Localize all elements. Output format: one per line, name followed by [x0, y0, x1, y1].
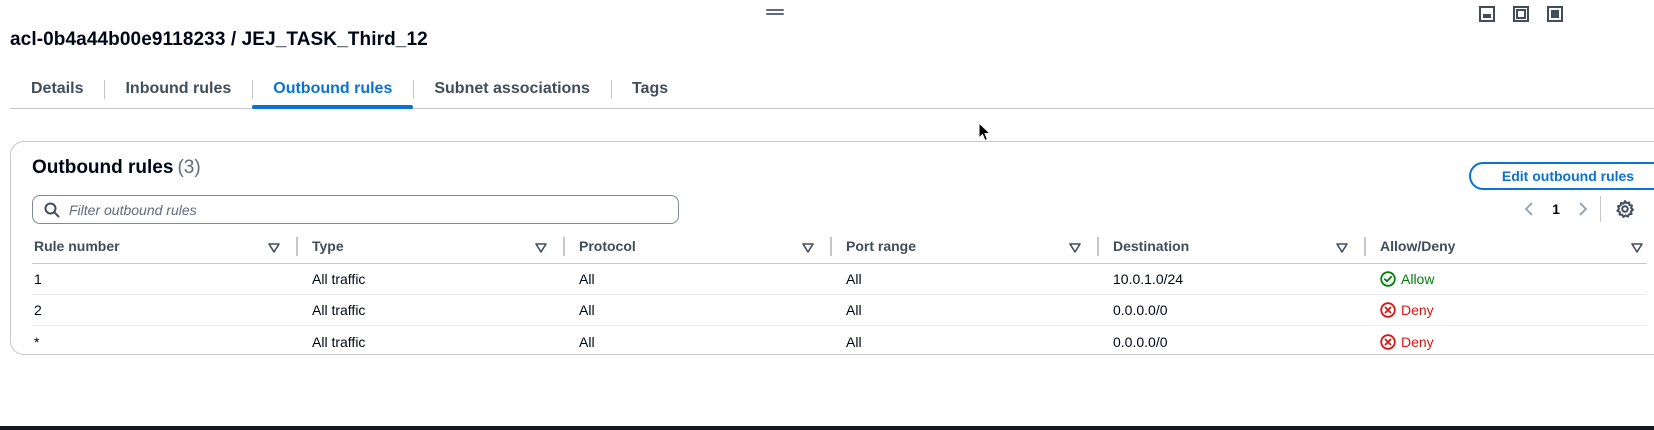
search-icon	[44, 202, 60, 218]
column-header-label: Destination	[1113, 237, 1190, 254]
outbound-rules-panel: Outbound rules(3) Edit outbound rules 1	[10, 141, 1654, 355]
cell-destination: 0.0.0.0/0	[1113, 333, 1168, 350]
x-circle-icon	[1380, 302, 1396, 318]
cell-type: All traffic	[312, 333, 366, 350]
panel-bottom-icon[interactable]	[1478, 5, 1496, 23]
column-header-protocol[interactable]: Protocol	[565, 228, 832, 263]
page-title: acl-0b4a44b00e9118233 / JEJ_TASK_Third_1…	[10, 29, 428, 50]
sort-icon[interactable]	[802, 240, 814, 256]
status-label: Deny	[1401, 302, 1434, 318]
table-row[interactable]: 2 All traffic All All 0.0.0.0/0 Deny	[32, 295, 1647, 326]
status-label: Deny	[1401, 333, 1434, 350]
status-label: Allow	[1401, 271, 1435, 287]
cell-type: All traffic	[312, 271, 366, 287]
cell-rule-number: 1	[34, 271, 42, 287]
sort-icon[interactable]	[1069, 240, 1081, 256]
chevron-left-icon[interactable]	[1519, 198, 1539, 220]
cell-allow-deny: Deny	[1366, 295, 1647, 325]
cell-type: All traffic	[312, 302, 366, 318]
table-header: Rule number Type Protocol Port range Des…	[32, 228, 1647, 264]
gear-icon[interactable]	[1615, 199, 1635, 219]
edit-outbound-rules-button[interactable]: Edit outbound rules	[1469, 162, 1654, 190]
cell-port-range: All	[846, 271, 862, 287]
panel-title: Outbound rules (3)	[32, 157, 201, 179]
cell-port-range: All	[846, 333, 862, 350]
cell-destination: 10.0.1.0/24	[1113, 271, 1184, 287]
cell-allow-deny: Allow	[1366, 264, 1647, 294]
column-header-type[interactable]: Type	[298, 228, 565, 263]
cell-rule-number: 2	[34, 302, 42, 318]
pagination: 1	[1519, 198, 1593, 220]
cell-allow-deny: Deny	[1366, 326, 1647, 357]
cell-protocol: All	[579, 271, 595, 287]
sort-icon[interactable]	[268, 240, 280, 256]
tab-list: Details Inbound rules Outbound rules Sub…	[10, 74, 1654, 109]
panel-full-icon[interactable]	[1546, 5, 1564, 23]
status-indicator: Allow	[1380, 271, 1434, 287]
sort-icon[interactable]	[1631, 240, 1643, 256]
cell-destination: 0.0.0.0/0	[1113, 302, 1168, 318]
table-row[interactable]: 1 All traffic All All 10.0.1.0/24 Allow	[32, 264, 1647, 295]
tab-inbound-rules[interactable]: Inbound rules	[104, 74, 252, 108]
column-header-label: Protocol	[579, 237, 636, 254]
tab-tags[interactable]: Tags	[610, 74, 689, 108]
panel-side-icon[interactable]	[1512, 5, 1530, 23]
cell-protocol: All	[579, 302, 595, 318]
filter-input[interactable]	[69, 201, 629, 218]
cell-rule-number: *	[34, 333, 40, 350]
page: acl-0b4a44b00e9118233 / JEJ_TASK_Third_1…	[0, 0, 1654, 430]
chevron-right-icon[interactable]	[1573, 198, 1593, 220]
status-indicator: Deny	[1380, 334, 1434, 350]
table-row[interactable]: * All traffic All All 0.0.0.0/0 Deny	[32, 326, 1647, 357]
cell-protocol: All	[579, 333, 595, 350]
filter-field[interactable]	[32, 195, 679, 224]
check-circle-icon	[1380, 271, 1396, 287]
panel-title-text: Outbound rules	[32, 157, 174, 178]
outbound-rules-table: Rule number Type Protocol Port range Des…	[32, 228, 1647, 357]
column-header-label: Rule number	[34, 237, 120, 254]
column-header-label: Allow/Deny	[1380, 237, 1456, 254]
column-header-rule-number[interactable]: Rule number	[32, 228, 298, 263]
tab-subnet-associations[interactable]: Subnet associations	[413, 74, 611, 108]
cell-port-range: All	[846, 302, 862, 318]
x-circle-icon	[1380, 333, 1396, 350]
bottom-border	[0, 426, 1654, 430]
status-indicator: Deny	[1380, 302, 1434, 318]
column-header-label: Type	[312, 237, 344, 254]
column-header-port-range[interactable]: Port range	[832, 228, 1099, 263]
column-header-destination[interactable]: Destination	[1099, 228, 1366, 263]
tab-details[interactable]: Details	[10, 74, 104, 108]
rule-count: (3)	[177, 157, 201, 178]
page-number[interactable]: 1	[1539, 201, 1573, 217]
drag-handle-icon[interactable]	[766, 9, 784, 16]
tab-outbound-rules[interactable]: Outbound rules	[252, 74, 414, 109]
column-header-allow-deny[interactable]: Allow/Deny	[1366, 228, 1647, 263]
divider	[1600, 196, 1601, 222]
sort-icon[interactable]	[535, 240, 547, 256]
column-header-label: Port range	[846, 237, 917, 254]
sort-icon[interactable]	[1336, 240, 1348, 256]
